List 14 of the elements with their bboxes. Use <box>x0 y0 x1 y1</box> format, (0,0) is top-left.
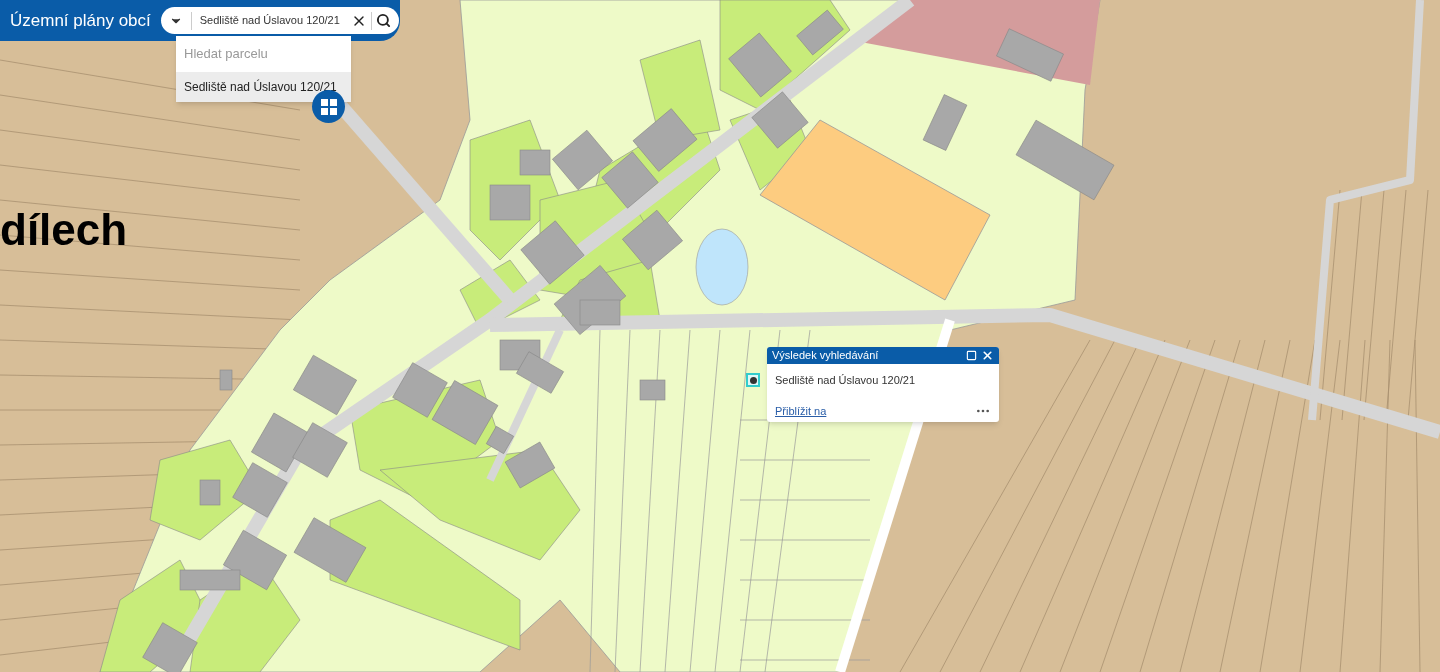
maximize-icon[interactable] <box>966 350 977 361</box>
app-title: Územní plány obcí <box>10 9 151 32</box>
grid-icon <box>320 98 337 115</box>
map-label: dílech <box>0 208 128 252</box>
close-icon[interactable] <box>981 349 994 362</box>
search-field[interactable]: Sedliště nad Úslavou 120/21 <box>160 7 399 34</box>
suggestion-header: Hledat parcelu <box>183 45 269 63</box>
popup-content: Sedliště nad Úslavou 120/21 <box>774 373 917 388</box>
popup-title: Výsledek vyhledávání <box>772 348 880 364</box>
search-input[interactable]: Sedliště nad Úslavou 120/21 <box>199 12 351 29</box>
search-icon[interactable] <box>375 13 391 28</box>
suggestion-item[interactable]: Sedliště nad Úslavou 120/21 <box>176 71 351 102</box>
zoom-to-link[interactable]: Přiblížit na <box>775 402 827 419</box>
location-marker <box>746 373 760 387</box>
